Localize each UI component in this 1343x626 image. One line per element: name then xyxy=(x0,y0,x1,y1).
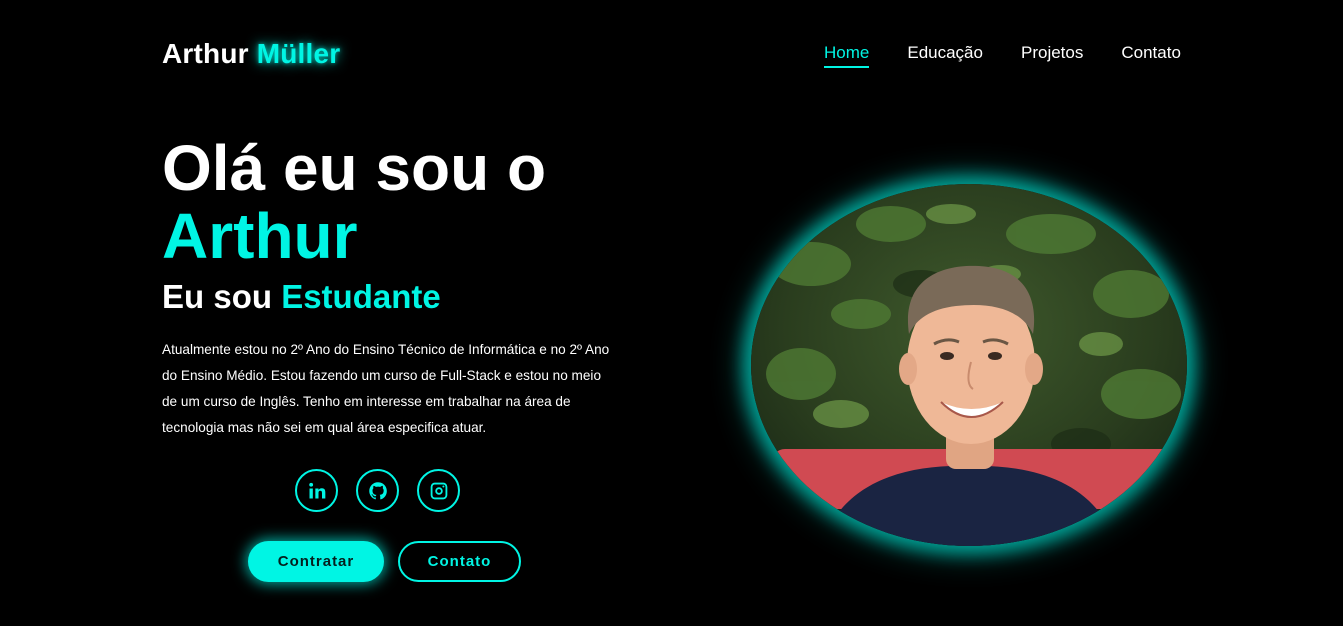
profile-photo-illustration xyxy=(751,184,1187,546)
logo[interactable]: Arthur Müller xyxy=(162,38,340,70)
github-icon xyxy=(368,481,387,499)
github-link[interactable] xyxy=(356,469,399,512)
hire-button[interactable]: Contratar xyxy=(248,541,384,582)
nav-item-educacao[interactable]: Educação xyxy=(907,43,983,68)
instagram-icon xyxy=(430,482,447,499)
instagram-link[interactable] xyxy=(417,469,460,512)
contact-button[interactable]: Contato xyxy=(398,541,521,582)
logo-first-name: Arthur xyxy=(162,38,249,69)
linkedin-link[interactable] xyxy=(295,469,338,512)
logo-last-name: Müller xyxy=(256,38,341,69)
hero-role: Eu sou Estudante xyxy=(162,278,441,316)
hero-bio: Atualmente estou no 2º Ano do Ensino Téc… xyxy=(162,342,610,435)
linkedin-icon xyxy=(308,482,325,498)
main-nav: Home Educação Projetos Contato xyxy=(824,43,1181,68)
hero-role-prefix: Eu sou xyxy=(162,278,273,315)
hero-role-value: Estudante xyxy=(281,278,441,315)
hero-greeting: Olá eu sou o xyxy=(162,132,547,204)
social-links xyxy=(295,469,460,512)
page: Arthur Müller Home Educação Projetos Con… xyxy=(0,0,1343,626)
nav-item-contato[interactable]: Contato xyxy=(1121,43,1181,68)
nav-item-home[interactable]: Home xyxy=(824,43,870,68)
nav-item-projetos[interactable]: Projetos xyxy=(1021,43,1083,68)
hero-name: Arthur xyxy=(162,200,358,272)
profile-photo xyxy=(751,184,1187,546)
